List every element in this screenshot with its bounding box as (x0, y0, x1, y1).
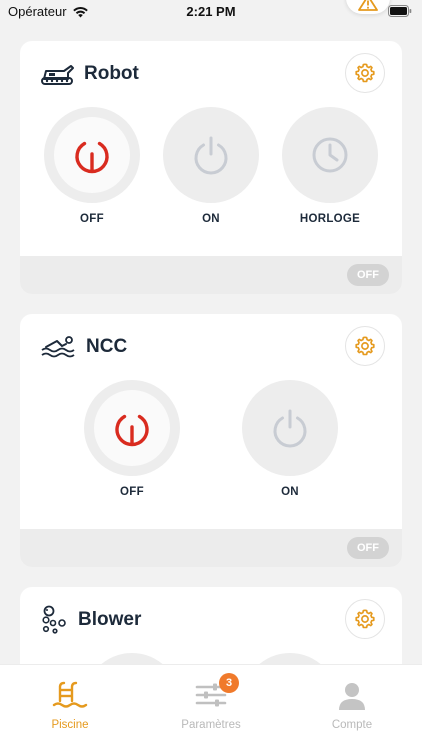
app-screen: Opérateur 2:21 PM Robot OFF ON HORLOGE O… (0, 0, 422, 750)
tab-compte-label: Compte (331, 719, 373, 731)
tab-compte[interactable]: Compte (282, 665, 422, 750)
tab-parametres[interactable]: 3 Paramètres (141, 665, 281, 750)
power-icon (273, 409, 307, 448)
robot-on-label: ON (202, 213, 220, 225)
ncc-on-label: ON (281, 486, 299, 498)
ncc-settings-button[interactable] (345, 326, 385, 366)
tab-parametres-label: Paramètres (181, 719, 241, 731)
power-icon (115, 414, 149, 447)
power-icon (75, 141, 109, 174)
swimmer-icon (41, 336, 75, 358)
robot-card-header: Robot (40, 59, 139, 89)
robot-off-label: OFF (80, 213, 104, 225)
clock-icon (312, 137, 348, 173)
robot-on-button[interactable] (163, 107, 259, 203)
ncc-card-title: NCC (86, 336, 128, 357)
power-icon (194, 136, 228, 175)
gear-icon (355, 63, 375, 83)
robot-card: Robot OFF ON HORLOGE OFF (20, 41, 402, 294)
pool-ladder-icon (52, 681, 88, 708)
robot-icon (41, 65, 74, 85)
ncc-state-badge: OFF (347, 537, 389, 559)
ncc-card-footer: OFF (20, 529, 402, 567)
tab-piscine-label: Piscine (51, 719, 89, 731)
bubbles-icon (42, 605, 66, 634)
robot-card-footer: OFF (20, 256, 402, 294)
ncc-off-button[interactable] (84, 380, 180, 476)
tab-piscine[interactable]: Piscine (0, 665, 140, 750)
ncc-card-header: NCC (40, 332, 127, 362)
gear-icon (355, 609, 375, 629)
ncc-on-button[interactable] (242, 380, 338, 476)
robot-card-title: Robot (84, 63, 139, 84)
robot-settings-button[interactable] (345, 53, 385, 93)
ncc-off-label: OFF (120, 486, 144, 498)
blower-card-title: Blower (78, 609, 142, 630)
robot-clock-label: HORLOGE (299, 213, 361, 225)
blower-settings-button[interactable] (345, 599, 385, 639)
gear-icon (355, 336, 375, 356)
robot-state-badge: OFF (347, 264, 389, 286)
tab-bar: Piscine 3 Paramètres Compte (0, 664, 422, 750)
battery-icon (388, 5, 412, 20)
ncc-card: NCC OFF ON OFF (20, 314, 402, 567)
warning-icon (358, 0, 378, 11)
blower-card-header: Blower (40, 605, 141, 635)
user-icon (339, 683, 365, 710)
notification-badge: 3 (219, 673, 239, 693)
robot-off-button[interactable] (44, 107, 140, 203)
robot-clock-button[interactable] (282, 107, 378, 203)
